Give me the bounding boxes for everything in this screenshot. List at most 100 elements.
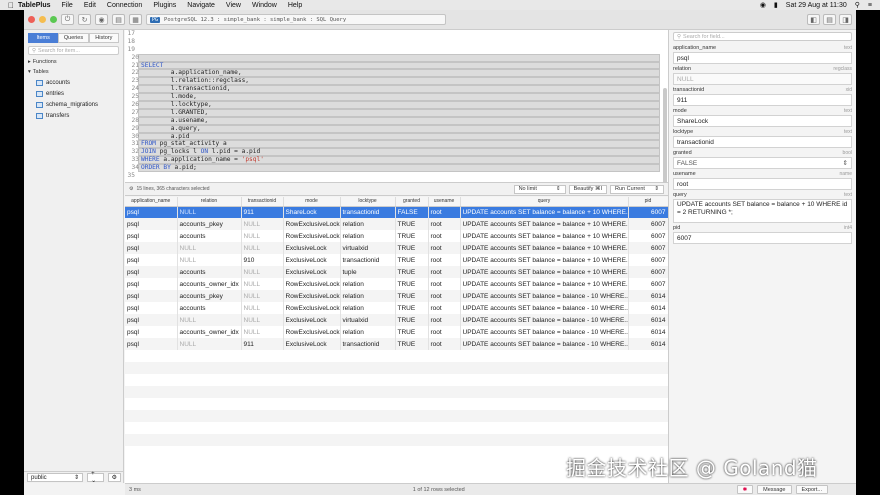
clock[interactable]: Sat 29 Aug at 11:30 xyxy=(786,2,847,9)
settings-icon[interactable]: ⚙ xyxy=(129,186,133,192)
table-cell[interactable]: 6014 xyxy=(628,314,669,326)
table-cell[interactable]: ExclusiveLock xyxy=(283,254,341,266)
table-cell[interactable]: 911 xyxy=(241,206,284,218)
menu-edit[interactable]: Edit xyxy=(84,2,96,9)
field-value-input[interactable]: FALSE ⇕ xyxy=(673,157,852,169)
table-cell[interactable]: 6007 xyxy=(628,206,669,218)
menu-window[interactable]: Window xyxy=(252,2,277,9)
field-value-input[interactable]: UPDATE accounts SET balance = balance + … xyxy=(673,199,852,223)
table-cell[interactable]: NULL xyxy=(241,302,284,314)
code-line[interactable]: 26 l.locktype, xyxy=(132,101,660,109)
power-icon[interactable]: ⏻ xyxy=(61,14,74,25)
sidebar-section-functions[interactable]: ▸ Functions xyxy=(24,57,123,67)
field-search-input[interactable]: ⚲ Search for field... xyxy=(673,32,852,41)
code-line[interactable]: 35 xyxy=(128,172,660,180)
table-cell[interactable]: 6007 xyxy=(628,278,669,290)
table-cell[interactable]: psql xyxy=(125,326,178,338)
schema-select[interactable]: public ⇕ xyxy=(27,473,84,482)
table-cell[interactable]: accounts xyxy=(177,302,242,314)
table-cell[interactable]: relation xyxy=(340,230,396,242)
tab-items[interactable]: Items xyxy=(28,33,59,43)
sidebar-item-entries[interactable]: entries xyxy=(24,88,123,99)
table-cell[interactable]: NULL xyxy=(241,278,284,290)
table-cell[interactable]: UPDATE accounts SET balance = balance + … xyxy=(460,278,629,290)
table-cell[interactable]: root xyxy=(428,242,461,254)
column-header-query[interactable]: query xyxy=(460,197,629,207)
table-cell[interactable]: NULL xyxy=(177,254,242,266)
limit-dropdown[interactable]: No limit ⇕ xyxy=(513,184,566,194)
table-cell[interactable]: NULL xyxy=(241,326,284,338)
table-cell[interactable]: psql xyxy=(125,338,178,350)
code-line[interactable]: 25 l.mode, xyxy=(132,93,660,102)
settings-icon[interactable]: ⚙ xyxy=(107,473,121,482)
table-cell[interactable]: root xyxy=(428,266,461,278)
table-cell[interactable]: accounts xyxy=(177,230,242,242)
field-value-input[interactable]: 6007 xyxy=(673,232,852,244)
table-cell[interactable]: RowExclusiveLock xyxy=(283,278,341,290)
export-button[interactable]: Export... xyxy=(795,485,828,494)
column-header-usename[interactable]: usename xyxy=(428,197,461,207)
table-cell[interactable]: FALSE xyxy=(395,206,429,218)
eye-icon[interactable]: ◉ xyxy=(95,14,108,25)
table-cell[interactable]: psql xyxy=(125,254,178,266)
table-cell[interactable]: UPDATE accounts SET balance = balance - … xyxy=(460,326,629,338)
table-cell[interactable]: NULL xyxy=(177,206,242,218)
table-cell[interactable]: TRUE xyxy=(395,242,429,254)
table-cell[interactable]: 910 xyxy=(241,254,284,266)
table-cell[interactable]: psql xyxy=(125,266,178,278)
table-cell[interactable]: root xyxy=(428,230,461,242)
table-cell[interactable]: ExclusiveLock xyxy=(283,314,341,326)
table-cell[interactable]: UPDATE accounts SET balance = balance + … xyxy=(460,254,629,266)
table-cell[interactable]: tuple xyxy=(340,266,396,278)
table-row[interactable]: psql NULL NULL ExclusiveLock virtualxid TRUE r… xyxy=(125,242,669,254)
table-row[interactable]: psql accounts_owner_idx NULL RowExclusiveLo… xyxy=(125,326,669,338)
table-cell[interactable]: 911 xyxy=(241,338,284,350)
code-line[interactable]: 24 l.transactionid, xyxy=(132,85,660,94)
table-cell[interactable]: psql xyxy=(125,218,178,230)
editor-scrollbar[interactable] xyxy=(663,88,667,188)
table-cell[interactable]: NULL xyxy=(177,242,242,254)
table-cell[interactable]: transactionid xyxy=(340,206,396,218)
column-header-application-name[interactable]: application_name xyxy=(125,197,178,207)
column-header-locktype[interactable]: locktype xyxy=(340,197,396,207)
code-line[interactable]: 29 a.query, xyxy=(132,124,660,133)
beautify-button[interactable]: Beautify ⌘I xyxy=(568,184,607,194)
field-value-input[interactable]: psql xyxy=(673,52,852,64)
table-cell[interactable]: 6007 xyxy=(628,218,669,230)
code-line[interactable]: 34 ORDER BY a.pid; xyxy=(132,164,660,173)
column-header-transactionid[interactable]: transactionid xyxy=(241,197,284,207)
menu-help[interactable]: Help xyxy=(288,2,302,9)
table-cell[interactable]: root xyxy=(428,290,461,302)
table-cell[interactable]: NULL xyxy=(177,314,242,326)
table-cell[interactable]: TRUE xyxy=(395,254,429,266)
code-line[interactable]: 32 JOIN pg_locks l ON l.pid = a.pid xyxy=(132,148,660,157)
code-line[interactable]: 27 l.GRANTED, xyxy=(132,108,660,117)
sidebar-section-tables[interactable]: ▾ Tables xyxy=(24,67,123,77)
menu-icon[interactable]: ≡ xyxy=(868,2,872,9)
column-header-relation[interactable]: relation xyxy=(177,197,242,207)
table-row[interactable]: psql accounts NULL RowExclusiveLock relation… xyxy=(125,230,669,242)
table-cell[interactable]: UPDATE accounts SET balance = balance + … xyxy=(460,230,629,242)
code-line[interactable]: 18 xyxy=(128,38,660,46)
close-window-button[interactable] xyxy=(28,16,35,23)
code-line[interactable]: 30 a.pid xyxy=(132,132,660,141)
code-area[interactable]: 17 18 19 20 21 SELECT 22 a.application_name, 23… xyxy=(128,30,660,180)
search-icon[interactable]: ⚲ xyxy=(855,1,860,9)
table-row[interactable]: psql NULL 911 ShareLock transactionid FALSE ro… xyxy=(125,206,669,218)
column-header-granted[interactable]: granted xyxy=(395,197,429,207)
table-cell[interactable]: TRUE xyxy=(395,302,429,314)
table-cell[interactable]: 6007 xyxy=(628,230,669,242)
menu-app-name[interactable]: TablePlus xyxy=(18,2,51,9)
table-cell[interactable]: accounts_pkey xyxy=(177,218,242,230)
field-value-input[interactable]: 911 xyxy=(673,94,852,106)
table-cell[interactable]: 6007 xyxy=(628,242,669,254)
sidebar-item-transfers[interactable]: transfers xyxy=(24,110,123,121)
table-row[interactable]: psql NULL 911 ExclusiveLock transactionid TRU… xyxy=(125,338,669,350)
table-cell[interactable]: root xyxy=(428,254,461,266)
field-value-input[interactable]: transactionid xyxy=(673,136,852,148)
column-header-mode[interactable]: mode xyxy=(283,197,341,207)
table-row[interactable]: psql NULL NULL ExclusiveLock virtualxid TRUE r… xyxy=(125,314,669,326)
sql-icon[interactable]: ▦ xyxy=(129,14,142,25)
table-cell[interactable]: ExclusiveLock xyxy=(283,242,341,254)
field-value-input[interactable]: NULL xyxy=(673,73,852,85)
